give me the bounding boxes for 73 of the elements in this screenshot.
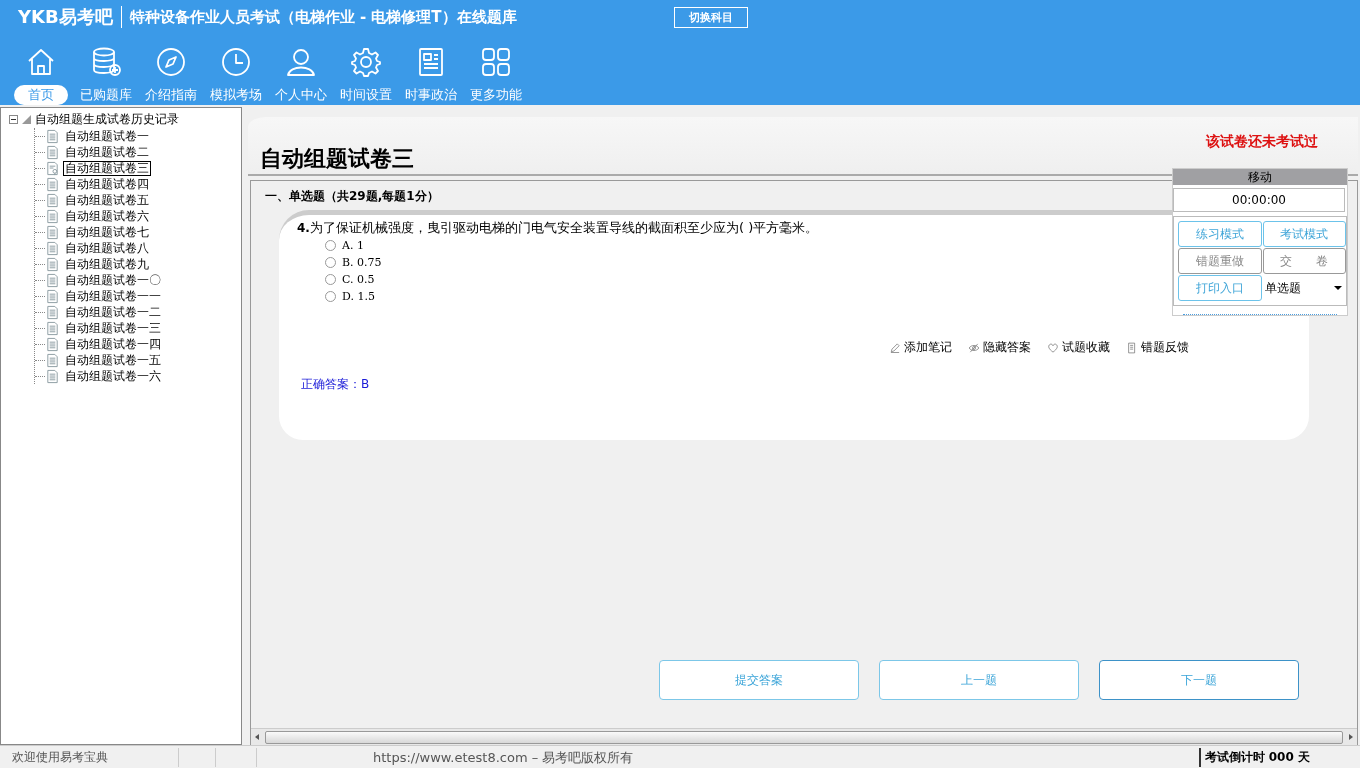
action-link[interactable]: 错题反馈 [1141, 339, 1189, 356]
app-title: 特种设备作业人员考试（电梯作业 - 电梯修理T）在线题库 [128, 7, 518, 27]
settings-icon [349, 46, 382, 78]
paper-title: 自动组题试卷三 [260, 146, 414, 173]
tree-item[interactable]: 自动组题试卷一三 [63, 320, 163, 336]
document-icon [45, 176, 60, 192]
collapse-toggle[interactable] [9, 114, 18, 124]
option-label: C. 0.5 [342, 273, 375, 286]
document-icon [45, 320, 60, 336]
document-icon [45, 304, 60, 320]
status-message: 欢迎使用易考宝典 [0, 748, 179, 767]
correct-answer: 正确答案：B [301, 376, 371, 393]
document-icon [45, 128, 60, 144]
document-icon [45, 240, 60, 256]
tree-item[interactable]: 自动组题试卷七 [63, 224, 151, 240]
tree-item[interactable]: 自动组题试卷四 [63, 176, 151, 192]
mode-button[interactable]: 错题重做 [1178, 248, 1262, 274]
radio-button[interactable] [325, 291, 336, 302]
tree-root-label[interactable]: 自动组题生成试卷历史记录 [35, 110, 179, 128]
tree-item[interactable]: 自动组题试卷一五 [63, 352, 163, 368]
document-icon [45, 224, 60, 240]
option-label: A. 1 [342, 239, 364, 252]
action-link[interactable]: 添加笔记 [904, 339, 952, 356]
tree-item[interactable]: 自动组题试卷五 [63, 192, 151, 208]
radio-button[interactable] [325, 240, 336, 251]
document-icon [45, 368, 60, 384]
document-icon [1126, 341, 1138, 354]
timer: 00:00:00 [1173, 188, 1345, 212]
radio-button[interactable] [325, 274, 336, 285]
tree-item[interactable]: 自动组题试卷一四 [63, 336, 163, 352]
copyright: https://www.etest8.com – 易考吧版权所有 [372, 749, 634, 767]
document-icon [45, 192, 60, 208]
option-label: B. 0.75 [342, 256, 382, 269]
exam-status: 该试卷还未考试过 [1206, 133, 1318, 151]
document-icon [45, 272, 60, 288]
document-icon [45, 144, 60, 160]
document-icon [45, 352, 60, 368]
clock-icon [219, 46, 252, 78]
grid-icon [479, 46, 512, 78]
panel-header: 移动 [1173, 169, 1347, 185]
section-heading: 一、单选题（共29题,每题1分） [265, 188, 439, 205]
exam-countdown: 考试倒计时 000 天 [1198, 748, 1360, 767]
logo: YKB易考吧 [18, 6, 122, 28]
mode-button[interactable]: 交 卷 [1262, 248, 1346, 274]
document-icon [45, 208, 60, 224]
tree-folder-icon [22, 114, 31, 124]
tree-item[interactable]: 自动组题试卷九 [63, 256, 151, 272]
caret-icon [1334, 286, 1342, 290]
document-pin-icon [45, 160, 60, 176]
document-icon [45, 336, 60, 352]
question-type-select[interactable]: 单选题 [1262, 275, 1346, 301]
tree-item[interactable]: 自动组题试卷二 [63, 144, 151, 160]
radio-button[interactable] [325, 257, 336, 268]
action-link[interactable]: 试题收藏 [1062, 339, 1110, 356]
tree-item[interactable]: 自动组题试卷一 [63, 128, 151, 144]
compass-icon [154, 46, 187, 78]
tree-item[interactable]: 自动组题试卷六 [63, 208, 151, 224]
tree-item[interactable]: 自动组题试卷一〇 [63, 272, 163, 288]
question-text: 4.为了保证机械强度，曳引驱动电梯的门电气安全装置导线的截面积至少应为( )平方毫米。 [297, 219, 819, 237]
eye-icon [968, 341, 980, 354]
tree-item[interactable]: 自动组题试卷八 [63, 240, 151, 256]
tree-item[interactable]: 自动组题试卷一二 [63, 304, 163, 320]
action-link[interactable]: 隐藏答案 [983, 339, 1031, 356]
document-icon [45, 256, 60, 272]
person-icon [284, 46, 317, 78]
tree-item[interactable]: 自动组题试卷一六 [63, 368, 163, 384]
tree-item[interactable]: 自动组题试卷三 [63, 160, 151, 176]
option-label: D. 1.5 [342, 290, 375, 303]
heart-icon [1047, 341, 1059, 354]
pencil-icon [889, 341, 901, 354]
tree-item[interactable]: 自动组题试卷一一 [63, 288, 163, 304]
horizontal-scrollbar[interactable] [251, 728, 1357, 745]
document-icon [45, 288, 60, 304]
